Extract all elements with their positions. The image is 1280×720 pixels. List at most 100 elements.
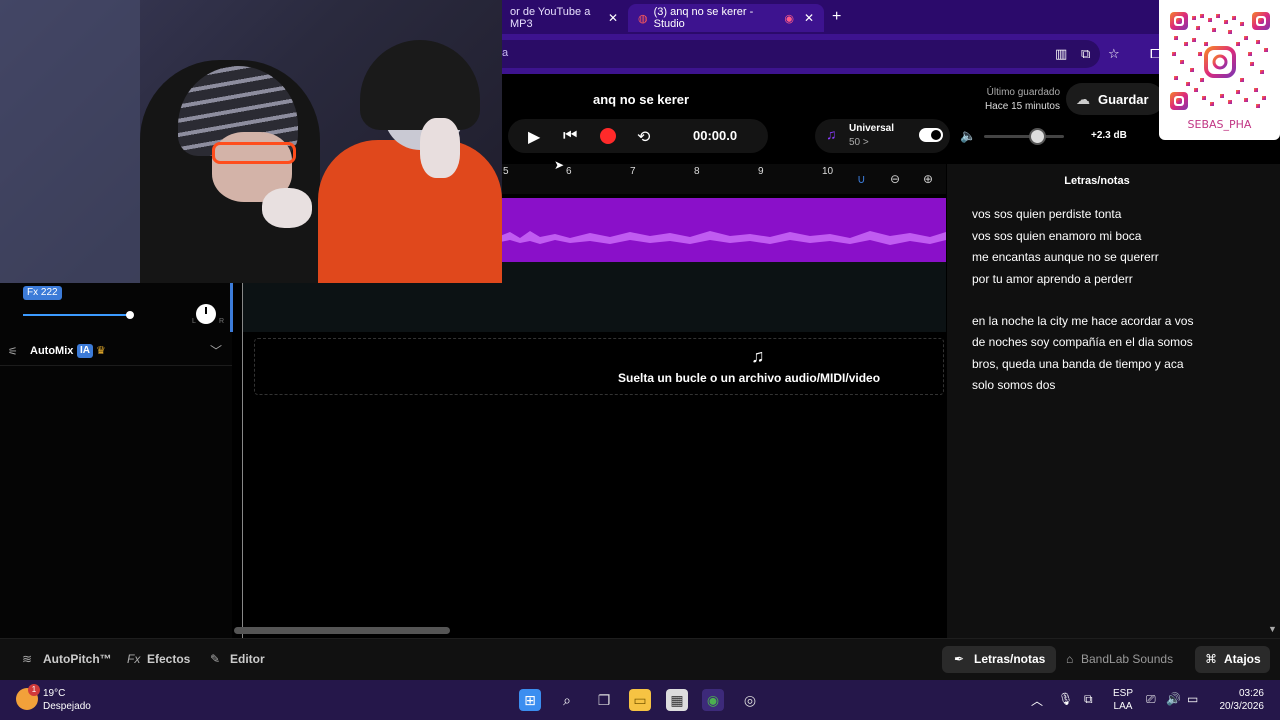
webcam-overlay <box>0 0 502 283</box>
ruler-tick: 8 <box>694 166 700 177</box>
lyric-line[interactable]: en la noche la city me hace acordar a vo… <box>972 314 1193 328</box>
close-icon[interactable]: ✕ <box>608 11 618 25</box>
recording-icon: ◉ <box>784 12 794 25</box>
lyric-line[interactable]: bros, queda una banda de tiempo y aca <box>972 357 1184 371</box>
volume-knob[interactable] <box>1028 128 1046 145</box>
last-saved-label: Último guardado <box>986 87 1060 98</box>
playhead[interactable] <box>242 262 243 638</box>
track-volume-slider[interactable] <box>23 314 130 316</box>
volume-slider[interactable] <box>984 135 1064 138</box>
bandlab-sounds-button[interactable]: BandLab Sounds <box>1081 652 1173 666</box>
bandlab-icon: ◍ <box>638 12 648 25</box>
chevron-up-icon[interactable]: ︿ <box>1031 692 1043 709</box>
pencil-icon: ✎ <box>210 652 221 666</box>
universal-toggle[interactable] <box>919 128 943 142</box>
tab-youtube-mp3[interactable]: or de YouTube a MP3 ✕ <box>500 4 628 32</box>
temperature: 19°C <box>43 688 66 699</box>
drop-zone[interactable] <box>254 338 944 395</box>
horizontal-scrollbar[interactable] <box>234 627 450 634</box>
scroll-down-icon[interactable]: ▼ <box>1268 624 1277 634</box>
pan-left-label: L <box>192 318 196 325</box>
new-tab-button[interactable]: + <box>832 8 841 26</box>
language-code: ESP <box>1113 688 1134 699</box>
editor-button[interactable]: Editor <box>230 652 265 666</box>
drop-zone-text: Suelta un bucle o un archivo audio/MIDI/… <box>618 371 881 385</box>
fx-icon: Fx <box>127 652 141 666</box>
weather-widget[interactable]: 19°C Despejado <box>43 687 91 713</box>
ruler-tick: 10 <box>822 166 834 177</box>
install-app-icon[interactable]: ⧉ <box>1081 46 1090 62</box>
obs-icon[interactable]: ◎ <box>739 689 761 711</box>
save-label: Guardar <box>1098 91 1149 107</box>
tab-label: or de YouTube a MP3 <box>510 6 591 30</box>
song-title[interactable]: anq no se kerer <box>593 92 689 107</box>
ruler-tick: 7 <box>630 166 636 177</box>
cloud-upload-icon: ☁ <box>1076 90 1090 107</box>
reading-mode-icon[interactable]: ▥ <box>1055 46 1067 62</box>
track-panel <box>0 282 232 638</box>
hair-right <box>360 40 480 130</box>
chrome-icon[interactable]: ◉ <box>702 689 724 711</box>
omnibox[interactable] <box>500 40 1100 68</box>
skip-back-icon[interactable]: ⏮ <box>563 127 577 145</box>
lyrics-notes-label: Letras/notas <box>974 652 1046 666</box>
volume-icon[interactable]: 🔈 <box>960 128 976 144</box>
pan-labels: L R <box>192 318 224 325</box>
waveform <box>500 231 946 245</box>
keyboard-layout: LAA <box>1113 701 1133 712</box>
last-saved-info: Último guardado Hace 15 minutos <box>960 86 1060 114</box>
battery-icon[interactable]: ▭ <box>1187 692 1198 706</box>
automix-label: AutoMix <box>30 345 74 357</box>
clock[interactable]: 03:26 20/3/2026 <box>1218 687 1265 713</box>
effects-button[interactable]: Efectos <box>147 652 190 666</box>
capture-icon[interactable]: ⧉ <box>1084 692 1093 707</box>
autopitch-button[interactable]: AutoPitch™ <box>43 652 112 666</box>
url-text: a <box>502 47 509 59</box>
person-right <box>318 140 502 283</box>
pan-right-label: R <box>218 318 224 325</box>
close-icon[interactable]: ✕ <box>804 11 814 25</box>
tab-label: (3) anq no se kerer - Studio <box>653 6 754 30</box>
qr-code <box>1170 12 1270 110</box>
record-button[interactable] <box>600 128 616 144</box>
hand-left <box>262 188 312 228</box>
zoom-out-icon[interactable]: ⊖ <box>890 172 900 186</box>
lyrics-title: Letras/notas <box>1064 175 1130 187</box>
language-indicator[interactable]: ESP LAA <box>1113 687 1133 713</box>
slider-handle[interactable] <box>126 311 134 319</box>
ruler-tick: 5 <box>503 166 509 177</box>
lyric-line[interactable]: me encantas aunque no se quererr <box>972 250 1159 264</box>
lyric-line[interactable]: solo somos dos <box>972 378 1055 392</box>
save-button[interactable]: ☁ Guardar <box>1066 83 1164 115</box>
lyric-line[interactable]: de noches soy compañía en el dia somos <box>972 335 1193 349</box>
sounds-icon: ⌂ <box>1066 652 1074 666</box>
tab-studio[interactable]: ◍ (3) anq no se kerer - Studio ◉ ✕ <box>628 4 824 32</box>
microphone-icon[interactable]: 🎙 <box>1058 692 1073 706</box>
search-icon[interactable]: ⌕ <box>556 689 578 711</box>
network-icon[interactable]: ⎚ <box>1146 692 1156 707</box>
lyric-line[interactable]: por tu amor aprendo a perderr <box>972 272 1133 286</box>
command-icon: ⌘ <box>1205 652 1217 666</box>
snap-magnet-icon[interactable]: ∪ <box>857 172 866 186</box>
windows-start-icon[interactable]: ⊞ <box>519 689 541 711</box>
weather-status: Despejado <box>43 701 91 712</box>
zoom-in-icon[interactable]: ⊕ <box>923 172 933 186</box>
file-explorer-icon[interactable]: ▭ <box>629 689 651 711</box>
lyric-line[interactable]: vos sos quien enamoro mi boca <box>972 229 1141 243</box>
play-icon[interactable]: ▶ <box>528 127 540 147</box>
ruler-tick: 6 <box>566 166 572 177</box>
chevron-down-icon[interactable]: ﹀ <box>210 342 222 359</box>
add-music-icon: ♫ <box>751 346 765 366</box>
task-view-icon[interactable]: ❐ <box>593 689 615 711</box>
universal-name: Universal <box>849 123 895 134</box>
speaker-icon[interactable]: 🔊 <box>1166 692 1181 706</box>
ruler-tick: 9 <box>758 166 764 177</box>
store-icon[interactable]: ▦ <box>666 689 688 711</box>
music-note-icon: ♫ <box>826 126 837 142</box>
loop-icon[interactable]: ⟲ <box>637 127 650 147</box>
fx-badge[interactable]: Fx 222 <box>23 286 62 300</box>
bookmark-star-icon[interactable]: ☆ <box>1108 46 1120 62</box>
crown-icon: ♛ <box>96 345 106 357</box>
shortcuts-label: Atajos <box>1224 652 1261 666</box>
lyric-line[interactable]: vos sos quien perdiste tonta <box>972 207 1121 221</box>
